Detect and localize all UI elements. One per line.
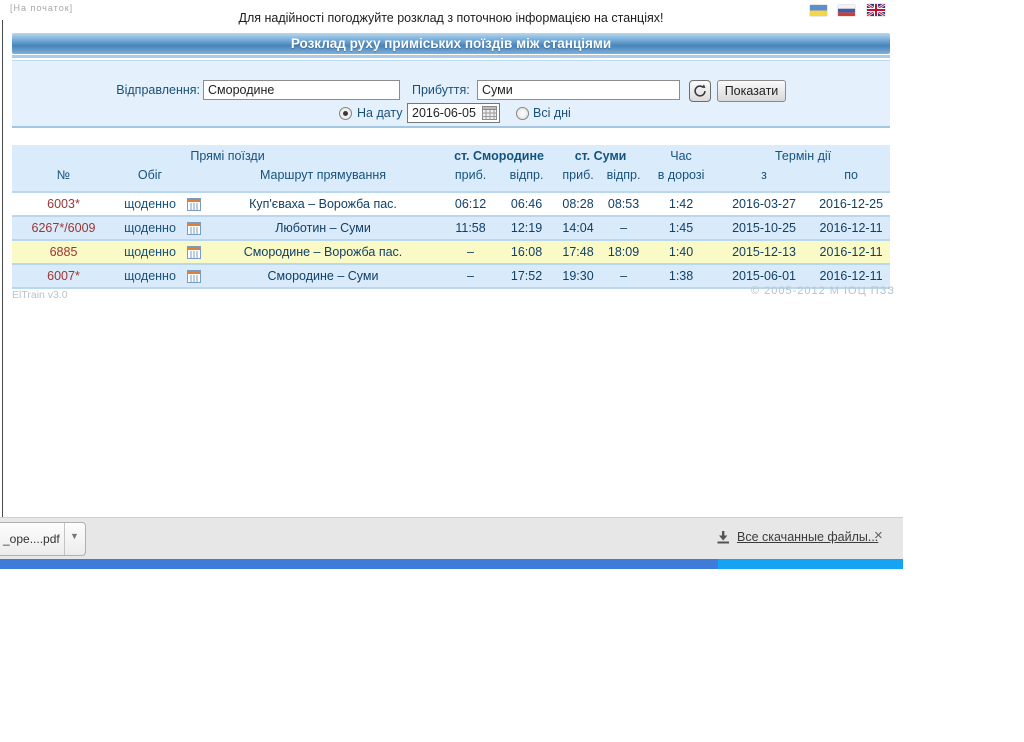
train-dep-from: 06:46 — [498, 192, 555, 216]
train-dep-to: 18:09 — [601, 240, 646, 264]
train-arr-from: – — [443, 240, 498, 264]
train-dep-from: 12:19 — [498, 216, 555, 240]
header-dep2: відпр. — [601, 166, 646, 192]
train-dep-to: – — [601, 216, 646, 240]
date-field[interactable]: 2016-06-05 — [407, 103, 500, 123]
all-downloads-label: Все скачанные файлы... — [737, 530, 878, 544]
train-duration: 1:42 — [646, 192, 716, 216]
train-circulation: щоденно — [115, 216, 185, 240]
train-row: 6003* щоденно Куп'єваха – Ворожба пас. 0… — [12, 192, 890, 216]
train-arr-to: 14:04 — [555, 216, 601, 240]
schedule-table: Прямі поїзди ст. Смородине ст. Суми Час … — [12, 145, 890, 289]
date-calendar-icon[interactable] — [482, 106, 497, 120]
file-button-divider — [64, 523, 65, 555]
file-dropdown-icon[interactable]: ▼ — [70, 531, 79, 541]
train-calendar-icon[interactable] — [187, 270, 201, 283]
train-duration: 1:45 — [646, 216, 716, 240]
show-button[interactable]: Показати — [717, 80, 786, 102]
train-valid-to: 2016-12-11 — [812, 240, 890, 264]
train-duration: 1:40 — [646, 240, 716, 264]
downloaded-file-name: _ope....pdf — [3, 532, 60, 546]
refresh-icon — [693, 84, 707, 98]
train-calendar-icon[interactable] — [187, 222, 201, 235]
train-valid-from: 2016-03-27 — [716, 192, 812, 216]
sub-header-row: № Обіг Маршрут прямування приб. відпр. п… — [12, 166, 890, 192]
arrival-label: Прибуття: — [412, 83, 470, 97]
train-row: 6885 щоденно Смородине – Ворожба пас. – … — [12, 240, 890, 264]
russia-flag-icon[interactable] — [838, 5, 855, 16]
train-route: Смородине – Ворожба пас. — [203, 240, 443, 264]
header-arr2: приб. — [555, 166, 601, 192]
header-number: № — [12, 166, 115, 192]
date-value: 2016-06-05 — [412, 106, 476, 120]
title-underline — [12, 55, 890, 58]
departure-input[interactable] — [203, 80, 400, 100]
header-valid-from: з — [716, 166, 812, 192]
train-valid-to: 2016-12-11 — [812, 216, 890, 240]
group-header-row: Прямі поїзди ст. Смородине ст. Суми Час … — [12, 145, 890, 166]
header-icon-spacer — [185, 166, 203, 192]
train-arr-from: 11:58 — [443, 216, 498, 240]
header-station-from: ст. Смородине — [443, 145, 555, 166]
header-station-to: ст. Суми — [555, 145, 646, 166]
all-downloads-link[interactable]: Все скачанные файлы... — [716, 530, 878, 544]
train-arr-from: 06:12 — [443, 192, 498, 216]
train-table-body: 6003* щоденно Куп'єваха – Ворожба пас. 0… — [12, 192, 890, 288]
train-calendar-cell — [185, 216, 203, 240]
search-panel: Відправлення: Прибуття: Показати На дату… — [12, 60, 890, 128]
window-edge-line — [2, 20, 3, 517]
on-date-label: На дату — [357, 106, 403, 120]
train-number: 6267*/6009 — [12, 216, 115, 240]
download-bar: _ope....pdf ▼ Все скачанные файлы... × — [0, 517, 903, 559]
header-dep1: відпр. — [498, 166, 555, 192]
train-number: 6885 — [12, 240, 115, 264]
train-route: Люботин – Суми — [203, 216, 443, 240]
header-circulation: Обіг — [115, 166, 185, 192]
arrival-input[interactable] — [477, 80, 680, 100]
bottom-strip-right — [718, 559, 903, 569]
header-time: Час — [646, 145, 716, 166]
train-dep-from: 16:08 — [498, 240, 555, 264]
header-in-transit: в дорозі — [646, 166, 716, 192]
train-number: 6003* — [12, 192, 115, 216]
download-icon — [716, 530, 730, 544]
train-circulation: щоденно — [115, 240, 185, 264]
train-arr-to: 08:28 — [555, 192, 601, 216]
train-valid-to: 2016-12-25 — [812, 192, 890, 216]
header-arr1: приб. — [443, 166, 498, 192]
header-direct-trains: Прямі поїзди — [12, 145, 443, 166]
page-title: Розклад руху приміських поїздів між стан… — [12, 33, 890, 54]
train-valid-from: 2015-12-13 — [716, 240, 812, 264]
train-route: Куп'єваха – Ворожба пас. — [203, 192, 443, 216]
bottom-strip-left — [0, 559, 718, 569]
departure-label: Відправлення: — [12, 83, 200, 97]
train-row: 6267*/6009 щоденно Люботин – Суми 11:58 … — [12, 216, 890, 240]
train-circulation: щоденно — [115, 192, 185, 216]
uk-flag-icon[interactable] — [867, 4, 885, 16]
train-calendar-cell — [185, 192, 203, 216]
train-arr-to: 17:48 — [555, 240, 601, 264]
all-days-radio[interactable] — [516, 107, 529, 120]
header-valid-to: по — [812, 166, 890, 192]
copyright: © 2005-2012 М ІОЦ ПЗЗ — [12, 285, 895, 297]
train-calendar-icon[interactable] — [187, 198, 201, 211]
on-date-radio[interactable] — [339, 107, 352, 120]
downloaded-file-button[interactable]: _ope....pdf ▼ — [0, 522, 86, 556]
header-route: Маршрут прямування — [203, 166, 443, 192]
train-dep-to: 08:53 — [601, 192, 646, 216]
refresh-button[interactable] — [689, 80, 711, 102]
train-valid-from: 2015-10-25 — [716, 216, 812, 240]
train-calendar-cell — [185, 240, 203, 264]
header-validity: Термін дії — [716, 145, 890, 166]
reliability-notice: Для надійності погоджуйте розклад з пото… — [12, 11, 890, 25]
train-calendar-icon[interactable] — [187, 246, 201, 259]
all-days-label: Всі дні — [533, 106, 571, 120]
download-bar-close-icon[interactable]: × — [874, 527, 883, 544]
ukraine-flag-icon[interactable] — [810, 5, 827, 16]
